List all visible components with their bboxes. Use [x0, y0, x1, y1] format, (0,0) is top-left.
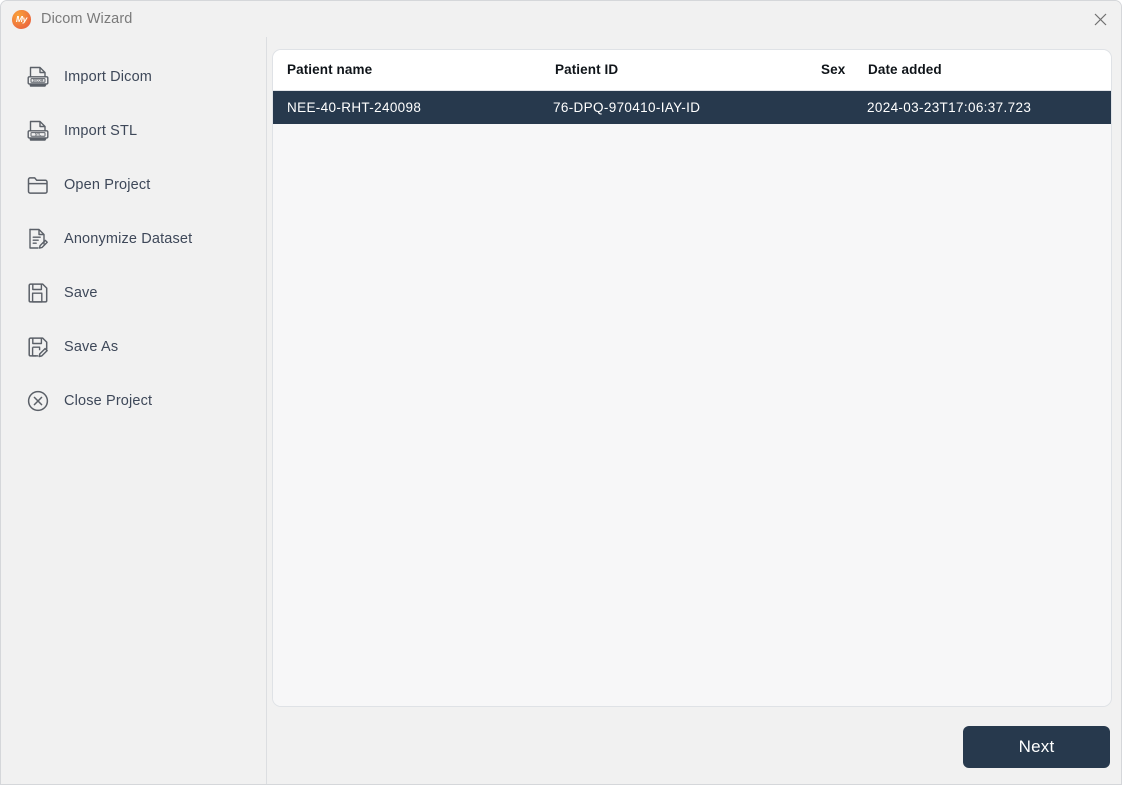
title-bar: My Dicom Wizard	[1, 1, 1122, 37]
circle-x-icon	[23, 386, 53, 416]
file-stl-icon: STL	[23, 116, 53, 146]
sidebar-item-open-project[interactable]: Open Project	[1, 167, 266, 203]
app-logo-text: My	[16, 15, 27, 24]
close-icon	[1094, 13, 1107, 26]
floppy-disk-edit-icon	[23, 332, 53, 362]
floppy-disk-icon	[23, 278, 53, 308]
table-row[interactable]: NEE-40-RHT-240098 76-DPQ-970410-IAY-ID 2…	[273, 91, 1111, 124]
column-header-patient-name: Patient name	[287, 62, 372, 77]
folder-icon	[23, 170, 53, 200]
column-header-date-added: Date added	[868, 62, 942, 77]
cell-patient-name: NEE-40-RHT-240098	[287, 100, 421, 115]
main-content: Patient name Patient ID Sex Date added N…	[268, 37, 1122, 785]
column-header-patient-id: Patient ID	[555, 62, 618, 77]
sidebar-item-anonymize-dataset[interactable]: Anonymize Dataset	[1, 221, 266, 257]
file-dicom-icon: DICOM	[23, 62, 53, 92]
svg-text:STL: STL	[35, 133, 41, 137]
next-button[interactable]: Next	[963, 726, 1110, 768]
table-body: NEE-40-RHT-240098 76-DPQ-970410-IAY-ID 2…	[273, 91, 1111, 706]
sidebar-item-save-as[interactable]: Save As	[1, 329, 266, 365]
sidebar-item-label: Open Project	[64, 177, 150, 193]
sidebar-item-save[interactable]: Save	[1, 275, 266, 311]
document-edit-icon	[23, 224, 53, 254]
cell-patient-id: 76-DPQ-970410-IAY-ID	[553, 100, 700, 115]
sidebar-item-label: Close Project	[64, 393, 152, 409]
column-header-sex: Sex	[821, 62, 845, 77]
close-window-button[interactable]	[1077, 1, 1122, 37]
sidebar-item-label: Import STL	[64, 123, 137, 139]
sidebar: DICOM Import Dicom STL Import STL	[1, 37, 267, 785]
patient-table: Patient name Patient ID Sex Date added N…	[272, 49, 1112, 707]
dicom-wizard-window: My Dicom Wizard DICOM	[0, 0, 1122, 785]
svg-text:DICOM: DICOM	[33, 79, 44, 83]
app-logo-icon: My	[12, 10, 31, 29]
sidebar-item-label: Save As	[64, 339, 118, 355]
sidebar-item-import-stl[interactable]: STL Import STL	[1, 113, 266, 149]
cell-date-added: 2024-03-23T17:06:37.723	[867, 100, 1031, 115]
sidebar-item-label: Save	[64, 285, 98, 301]
sidebar-item-close-project[interactable]: Close Project	[1, 383, 266, 419]
table-header-row: Patient name Patient ID Sex Date added	[273, 50, 1111, 91]
sidebar-item-label: Import Dicom	[64, 69, 152, 85]
sidebar-item-label: Anonymize Dataset	[64, 231, 192, 247]
window-title: Dicom Wizard	[41, 11, 132, 27]
sidebar-item-import-dicom[interactable]: DICOM Import Dicom	[1, 59, 266, 95]
